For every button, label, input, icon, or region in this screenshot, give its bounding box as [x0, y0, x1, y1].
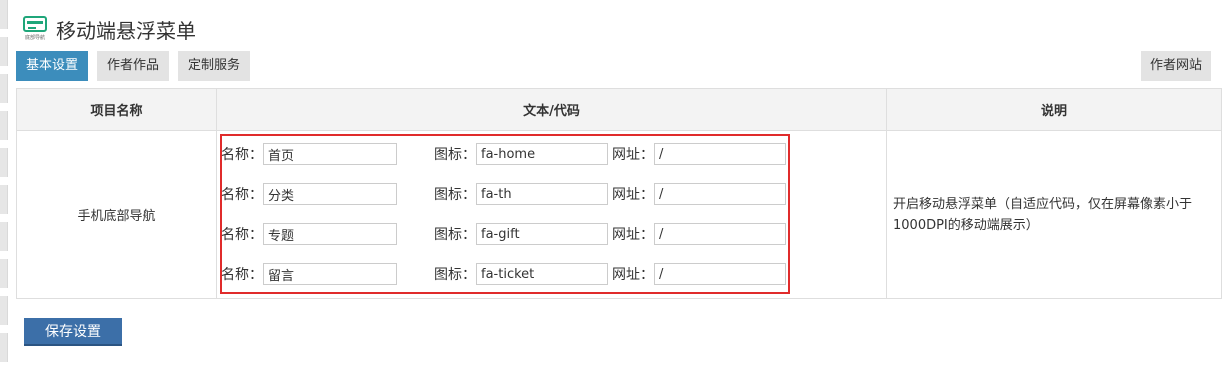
url-label: 网址：: [612, 187, 654, 203]
menu-items-form: 名称： 图标： 网址： 名称： 图标： 网址： 名称：: [216, 130, 887, 299]
column-header-text-code: 文本/代码: [216, 88, 887, 131]
logo-caption: 底部导航: [24, 35, 45, 41]
icon-label: 图标：: [434, 147, 476, 163]
settings-table: 项目名称 文本/代码 说明 手机底部导航 名称： 图标： 网址： 名称：: [16, 88, 1222, 299]
menu-item-row: 名称： 图标： 网址：: [221, 181, 786, 207]
name-label: 名称：: [221, 147, 263, 163]
column-header-description: 说明: [886, 88, 1222, 131]
icon-input[interactable]: [476, 263, 608, 285]
page-title: 移动端悬浮菜单: [56, 18, 196, 43]
icon-input[interactable]: [476, 223, 608, 245]
menu-item-row: 名称： 图标： 网址：: [221, 221, 786, 247]
row-description: 开启移动悬浮菜单（自适应代码，仅在屏幕像素小于1000DPI的移动端展示）: [886, 130, 1222, 299]
icon-input[interactable]: [476, 143, 608, 165]
menu-item-row: 名称： 图标： 网址：: [221, 261, 786, 287]
name-label: 名称：: [221, 227, 263, 243]
page-header: 底部导航 移动端悬浮菜单: [22, 14, 196, 44]
url-label: 网址：: [612, 227, 654, 243]
url-input[interactable]: [654, 183, 786, 205]
name-input[interactable]: [263, 143, 397, 165]
tab-custom-service[interactable]: 定制服务: [178, 51, 251, 81]
tab-basic-settings[interactable]: 基本设置: [16, 51, 89, 81]
row-name: 手机底部导航: [16, 130, 217, 299]
url-label: 网址：: [612, 147, 654, 163]
url-label: 网址：: [612, 267, 654, 283]
icon-label: 图标：: [434, 227, 476, 243]
url-input[interactable]: [654, 143, 786, 165]
left-sidebar-edge: [0, 0, 8, 369]
author-site-button[interactable]: 作者网站: [1141, 51, 1212, 81]
name-input[interactable]: [263, 223, 397, 245]
icon-label: 图标：: [434, 267, 476, 283]
name-input[interactable]: [263, 183, 397, 205]
name-input[interactable]: [263, 263, 397, 285]
icon-input[interactable]: [476, 183, 608, 205]
table-row: 手机底部导航 名称： 图标： 网址： 名称： 图标： 网址：: [16, 130, 1222, 299]
url-input[interactable]: [654, 263, 786, 285]
column-header-name: 项目名称: [16, 88, 217, 131]
bottom-nav-logo-icon: 底部导航: [22, 14, 48, 44]
tab-author-works[interactable]: 作者作品: [97, 51, 170, 81]
name-label: 名称：: [221, 187, 263, 203]
menu-item-row: 名称： 图标： 网址：: [221, 141, 786, 167]
save-settings-button[interactable]: 保存设置: [24, 318, 122, 346]
name-label: 名称：: [221, 267, 263, 283]
url-input[interactable]: [654, 223, 786, 245]
icon-label: 图标：: [434, 187, 476, 203]
